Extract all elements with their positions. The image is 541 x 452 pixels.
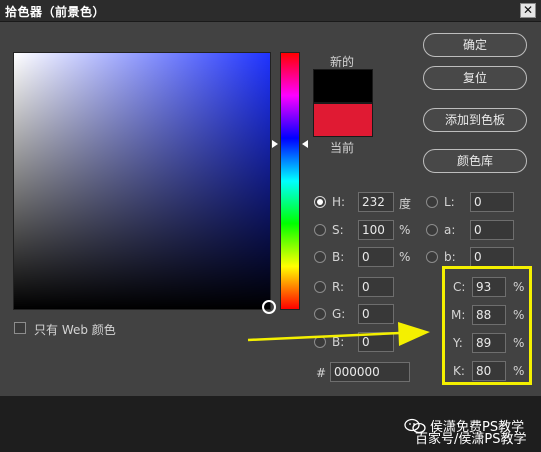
hex-label: # (316, 366, 327, 380)
reset-button[interactable]: 复位 (423, 66, 527, 90)
brightness-input[interactable]: 0 (358, 247, 394, 267)
annotation-highlight-box (442, 266, 532, 385)
blue-radio[interactable] (314, 336, 326, 348)
hue-slider-handle-left[interactable] (272, 140, 278, 148)
new-color-label: 新的 (330, 55, 355, 69)
brightness-label: B: (332, 250, 345, 264)
hue-slider[interactable] (280, 52, 300, 310)
close-button[interactable]: ✕ (520, 3, 536, 18)
web-colors-only-label: 只有 Web 颜色 (34, 323, 116, 337)
color-field[interactable] (13, 52, 271, 310)
dialog-title: 拾色器（前景色） (5, 5, 106, 19)
watermark-line2: 百家号/侯潇PS教学 (415, 432, 527, 447)
red-label: R: (332, 280, 345, 294)
lab-a-input[interactable]: 0 (470, 220, 514, 240)
saturation-input[interactable]: 100 (358, 220, 394, 240)
new-color-swatch (313, 69, 373, 103)
hue-slider-handle-right[interactable] (302, 140, 308, 148)
ok-button[interactable]: 确定 (423, 33, 527, 57)
green-label: G: (332, 307, 346, 321)
current-color-label: 当前 (330, 141, 355, 155)
red-radio[interactable] (314, 281, 326, 293)
brightness-unit: % (399, 250, 411, 264)
lab-b-input[interactable]: 0 (470, 247, 514, 267)
hue-radio[interactable] (314, 196, 326, 208)
hex-input[interactable]: 000000 (330, 362, 410, 382)
lab-l-input[interactable]: 0 (470, 192, 514, 212)
lab-a-radio[interactable] (426, 224, 438, 236)
blue-label: B: (332, 335, 345, 349)
lab-b-label: b: (444, 250, 456, 264)
hue-unit: 度 (399, 197, 412, 211)
add-to-swatches-button[interactable]: 添加到色板 (423, 108, 527, 132)
saturation-label: S: (332, 223, 344, 237)
hue-input[interactable]: 232 (358, 192, 394, 212)
brightness-radio[interactable] (314, 251, 326, 263)
hue-label: H: (332, 195, 346, 209)
blue-input[interactable]: 0 (358, 332, 394, 352)
red-input[interactable]: 0 (358, 277, 394, 297)
lab-a-label: a: (444, 223, 456, 237)
current-color-swatch[interactable] (313, 103, 373, 137)
lab-l-label: L: (444, 195, 455, 209)
green-radio[interactable] (314, 308, 326, 320)
title-bar: 拾色器（前景色） ✕ (0, 0, 541, 22)
color-field-marker[interactable] (262, 300, 276, 314)
saturation-radio[interactable] (314, 224, 326, 236)
lab-l-radio[interactable] (426, 196, 438, 208)
saturation-unit: % (399, 223, 411, 237)
lab-b-radio[interactable] (426, 251, 438, 263)
web-colors-only-checkbox[interactable] (14, 322, 26, 334)
color-picker-dialog: 拾色器（前景色） ✕ 新的 当前 确定 复位 添加到色板 颜色库 H: 232 … (0, 0, 541, 396)
color-libraries-button[interactable]: 颜色库 (423, 149, 527, 173)
green-input[interactable]: 0 (358, 304, 394, 324)
